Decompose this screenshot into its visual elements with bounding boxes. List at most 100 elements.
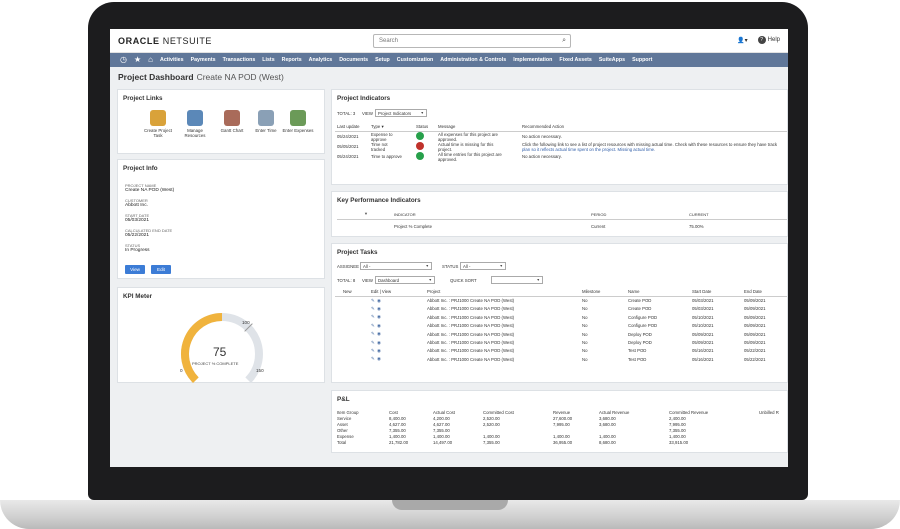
col-header: Message (436, 123, 520, 132)
assignee-select[interactable]: All - (360, 262, 432, 270)
project-link[interactable]: Abbott Inc. : PRJ1000 Create NA POD (Wes… (425, 305, 580, 313)
cell-milestone: No (582, 298, 588, 304)
project-link[interactable]: Abbott Inc. : PRJ1000 Create NA POD (Wes… (425, 330, 580, 338)
project-link[interactable]: Abbott Inc. : PRJ1000 Create NA POD (Wes… (425, 322, 580, 330)
kpi-sort-icon[interactable]: ▼ (364, 211, 368, 216)
cell-start-date: 05/09/2021 (692, 331, 714, 337)
view-eye-icon[interactable]: ◉ (377, 314, 381, 319)
kpi-col-period: PERIOD (591, 212, 607, 217)
nav-implementation[interactable]: Implementation (513, 57, 552, 63)
view-eye-icon[interactable]: ◉ (377, 331, 381, 336)
user-role-icon[interactable]: 👤▾ (737, 37, 747, 44)
table-row: 05/05/2021 Time not tracked Actual time i… (335, 142, 787, 152)
view-eye-icon[interactable]: ◉ (377, 340, 381, 345)
col-header: Type ▾ (369, 123, 414, 132)
edit-pencil-icon[interactable]: ✎ (371, 323, 375, 328)
quick-sort-select[interactable] (491, 276, 543, 284)
status-green-icon (416, 132, 424, 141)
select-value: All - (363, 264, 371, 269)
view-eye-icon[interactable]: ◉ (377, 323, 381, 328)
kpi-current-value: 75.00% (689, 224, 704, 229)
netsuite-logo[interactable]: ORACLE NETSUITE (118, 36, 212, 46)
view-eye-icon[interactable]: ◉ (377, 306, 381, 311)
table-row: ✎ ◉ Abbott Inc. : PRJ1000 Create NA POD (… (335, 355, 787, 363)
edit-pencil-icon[interactable]: ✎ (371, 340, 375, 345)
pl-title: P&L (337, 396, 350, 403)
cell: 7,355.00 (483, 439, 500, 445)
project-info-title: Project Info (123, 165, 158, 172)
laptop-notch (392, 500, 508, 510)
status-select[interactable]: All - (460, 262, 506, 270)
view-eye-icon[interactable]: ◉ (377, 356, 381, 361)
tasks-view-select[interactable]: Dashboard (375, 276, 435, 284)
indicators-view-select[interactable]: Project Indicators (375, 109, 427, 117)
tasks-table: New Edit | View Project Milestone Name S… (335, 288, 787, 364)
cell-start-date: 05/03/2021 (692, 298, 714, 304)
nav-transactions[interactable]: Transactions (223, 57, 256, 63)
table-header: Last update Type ▾ Status Message Recomm… (335, 123, 787, 132)
link-label: Gantt Chart (220, 128, 244, 133)
project-info-panel: Project Info PROJECT NAME Create NA POD … (117, 159, 325, 279)
project-link[interactable]: Abbott Inc. : PRJ1000 Create NA POD (Wes… (425, 296, 580, 304)
cell-start-date: 05/10/2021 (692, 314, 714, 320)
nav-documents[interactable]: Documents (339, 57, 368, 63)
logo-oracle: ORACLE (118, 36, 160, 46)
edit-pencil-icon[interactable]: ✎ (371, 306, 375, 311)
global-search-input[interactable]: Search ⌕ (373, 34, 571, 48)
nav-payments[interactable]: Payments (191, 57, 216, 63)
select-value: Dashboard (378, 278, 400, 283)
recent-icon[interactable]: ◷ (120, 53, 127, 67)
link-label: Manage Resources (184, 128, 206, 138)
indicators-view-label: VIEW (362, 111, 373, 116)
link-enter-time[interactable]: Enter Time (248, 110, 284, 133)
table-row: ✎ ◉ Abbott Inc. : PRJ1000 Create NA POD (… (335, 330, 787, 338)
pl-panel: P&L Item Group Cost Actual Cost Committe… (331, 390, 788, 453)
nav-setup[interactable]: Setup (375, 57, 390, 63)
link-manage-resources[interactable]: Manage Resources (177, 110, 213, 138)
kpi-col-current: CURRENT (689, 212, 709, 217)
edit-button[interactable]: Edit (151, 265, 171, 274)
edit-pencil-icon[interactable]: ✎ (371, 356, 375, 361)
project-link[interactable]: Abbott Inc. : PRJ1000 Create NA POD (Wes… (425, 347, 580, 355)
status-label: STATUS (442, 264, 459, 269)
kpi-period-value: Current (591, 224, 606, 229)
help-link[interactable]: ? Help (757, 36, 780, 44)
nav-lists[interactable]: Lists (262, 57, 274, 63)
project-link[interactable]: Abbott Inc. : PRJ1000 Create NA POD (Wes… (425, 313, 580, 321)
edit-pencil-icon[interactable]: ✎ (371, 298, 375, 303)
cell-end-date: 05/09/2021 (744, 298, 766, 304)
cell: 21,782.00 (389, 439, 409, 445)
nav-support[interactable]: Support (632, 57, 652, 63)
link-label: Enter Time (255, 128, 277, 133)
project-link[interactable]: Abbott Inc. : PRJ1000 Create NA POD (Wes… (425, 338, 580, 346)
favorites-icon[interactable]: ★ (134, 53, 141, 67)
nav-reports[interactable]: Reports (282, 57, 302, 63)
edit-pencil-icon[interactable]: ✎ (371, 331, 375, 336)
link-create-task[interactable]: Create Project Task (140, 110, 176, 138)
nav-customization[interactable]: Customization (397, 57, 434, 63)
project-tasks-panel: Project Tasks ASSIGNEE All - STATUS All … (331, 243, 788, 383)
nav-analytics[interactable]: Analytics (309, 57, 333, 63)
cell-end-date: 05/09/2021 (744, 340, 766, 346)
home-icon[interactable]: ⌂ (148, 53, 153, 67)
cell-action: No action necessary. (522, 154, 562, 160)
col-header: Last update (335, 123, 369, 132)
nav-administration[interactable]: Administration & Controls (440, 57, 506, 63)
link-gantt-chart[interactable]: Gantt Chart (214, 110, 250, 133)
cell-task-name: Configure POD (628, 323, 658, 329)
edit-pencil-icon[interactable]: ✎ (371, 314, 375, 319)
project-link[interactable]: Abbott Inc. : PRJ1000 Create NA POD (Wes… (425, 355, 580, 363)
kpi-title: Key Performance Indicators (337, 197, 421, 204)
view-eye-icon[interactable]: ◉ (377, 348, 381, 353)
nav-activities[interactable]: Activities (160, 57, 184, 63)
view-eye-icon[interactable]: ◉ (377, 298, 381, 303)
col-header: Recommended Action (520, 123, 787, 132)
link-label: Create Project Task (143, 128, 173, 138)
edit-pencil-icon[interactable]: ✎ (371, 348, 375, 353)
nav-fixed-assets[interactable]: Fixed Assets (559, 57, 591, 63)
nav-suiteapps[interactable]: SuiteApps (599, 57, 625, 63)
view-button[interactable]: View (125, 265, 145, 274)
table-row: ✎ ◉ Abbott Inc. : PRJ1000 Create NA POD (… (335, 296, 787, 304)
search-icon[interactable]: ⌕ (562, 37, 566, 45)
link-enter-expenses[interactable]: Enter Expenses (280, 110, 316, 133)
